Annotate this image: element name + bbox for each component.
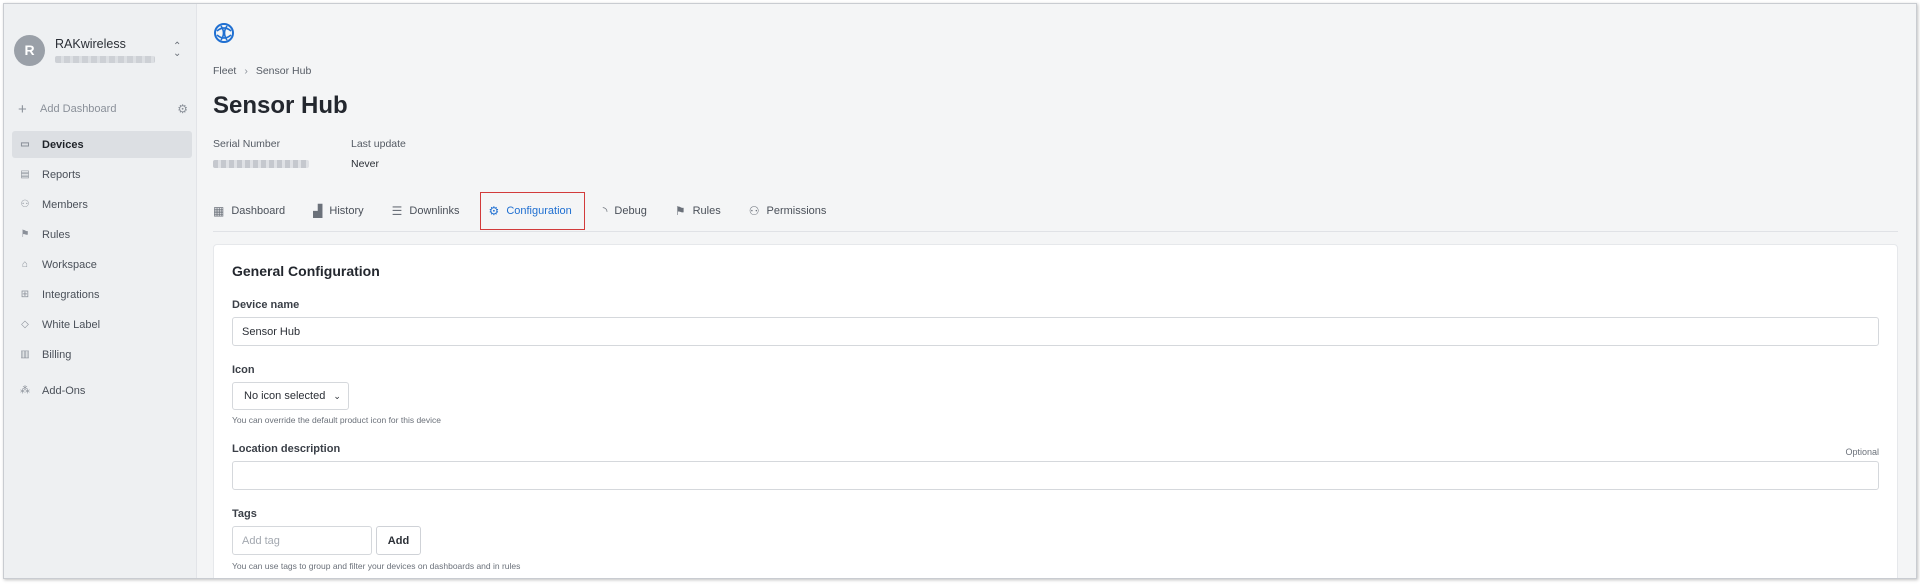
device-name-input[interactable]: Sensor Hub [232,317,1879,346]
sidebar-item-members[interactable]: ⚇ Members [12,191,192,218]
last-update-label: Last update [351,138,406,150]
sidebar: R RAKwireless ⌃ ⌄ + Add Dashboard ⚙ ▭ Dev… [4,4,197,578]
device-meta: Serial Number Last update Never [213,138,448,170]
tag-input[interactable]: Add tag [232,526,372,555]
rules-icon: ⚑ [674,203,686,218]
icon-hint: You can override the default product ico… [232,415,442,425]
sidebar-item-white-label[interactable]: ◇ White Label [12,311,192,338]
sidebar-item-integrations[interactable]: ⊞ Integrations [12,281,192,308]
sidebar-item-workspace[interactable]: ⌂ Workspace [12,251,192,278]
breadcrumb: Fleet › Sensor Hub [213,65,311,77]
serial-number-redacted [213,160,309,168]
sidebar-item-rules[interactable]: ⚑ Rules [12,221,192,248]
people-icon: ⚇ [748,203,760,218]
general-configuration-card: General Configuration Device name Sensor… [213,244,1898,578]
page-title: Sensor Hub [213,92,348,119]
billing-icon: ▥ [20,349,30,360]
org-email-redacted [55,56,155,63]
org-name: RAKwireless [55,37,126,51]
sliders-icon: ☰ [391,203,403,218]
sidebar-item-billing[interactable]: ▥ Billing [12,341,192,368]
add-dashboard-row: + Add Dashboard ⚙ [18,100,188,118]
location-input[interactable] [232,461,1879,490]
sidebar-nav: ▭ Devices ▤ Reports ⚇ Members ⚑ Rules ⌂ … [12,131,192,407]
rules-icon: ⚑ [20,229,30,240]
devices-icon: ▭ [20,139,30,150]
breadcrumb-current: Sensor Hub [255,65,312,77]
chevron-updown-icon[interactable]: ⌃ ⌄ [173,42,181,59]
sidebar-item-add-ons[interactable]: ⁂ Add-Ons [12,377,192,404]
org-switcher[interactable]: R RAKwireless ⌃ ⌄ [14,30,194,70]
dashboard-icon: ▦ [213,203,225,218]
chevron-right-icon: › [244,65,248,77]
icon-label: Icon [232,364,255,376]
sidebar-item-reports[interactable]: ▤ Reports [12,161,192,188]
tags-hint: You can use tags to group and filter you… [232,561,521,571]
sidebar-item-devices[interactable]: ▭ Devices [12,131,192,158]
device-name-label: Device name [232,299,300,311]
serial-number-label: Serial Number [213,138,281,150]
tab-rules[interactable]: ⚑ Rules [675,192,721,230]
tab-dashboard[interactable]: ▦ Dashboard [213,192,285,230]
plus-icon[interactable]: + [18,101,36,118]
rss-icon: ◝ [602,203,608,218]
add-tag-button[interactable]: Add [376,526,421,555]
addons-icon: ⁂ [20,385,30,396]
breadcrumb-fleet[interactable]: Fleet [213,65,236,77]
integrations-icon: ⊞ [20,289,30,300]
gear-icon: ⚙ [488,203,500,218]
tab-permissions[interactable]: ⚇ Permissions [749,192,827,230]
tags-label: Tags [232,508,257,520]
main-content: Fleet › Sensor Hub Sensor Hub Serial Num… [197,4,1916,578]
bar-chart-icon: ▟ [313,203,323,218]
workspace-icon: ⌂ [21,259,29,270]
location-label: Location description [232,443,341,455]
tab-debug[interactable]: ◝ Debug [603,192,647,230]
tag-icon: ◇ [21,319,29,330]
icon-select[interactable]: No icon selected ⌄ [232,382,349,410]
tab-bar: ▦ Dashboard ▟ History ☰ Downlinks ⚙ Conf… [213,190,1898,232]
add-dashboard-button[interactable]: Add Dashboard [40,103,116,115]
brand-logo-icon[interactable] [213,22,235,44]
gear-icon[interactable]: ⚙ [177,102,188,116]
optional-tag: Optional [1845,447,1879,457]
tab-history[interactable]: ▟ History [313,192,363,230]
card-title: General Configuration [232,263,380,279]
last-update-value: Never [351,158,380,170]
tab-configuration[interactable]: ⚙ Configuration [479,191,585,230]
app-window: R RAKwireless ⌃ ⌄ + Add Dashboard ⚙ ▭ Dev… [3,3,1917,579]
tab-downlinks[interactable]: ☰ Downlinks [392,192,460,230]
report-icon: ▤ [20,169,30,180]
avatar: R [14,34,45,66]
members-icon: ⚇ [20,199,30,210]
chevron-down-icon: ⌄ [333,390,341,401]
